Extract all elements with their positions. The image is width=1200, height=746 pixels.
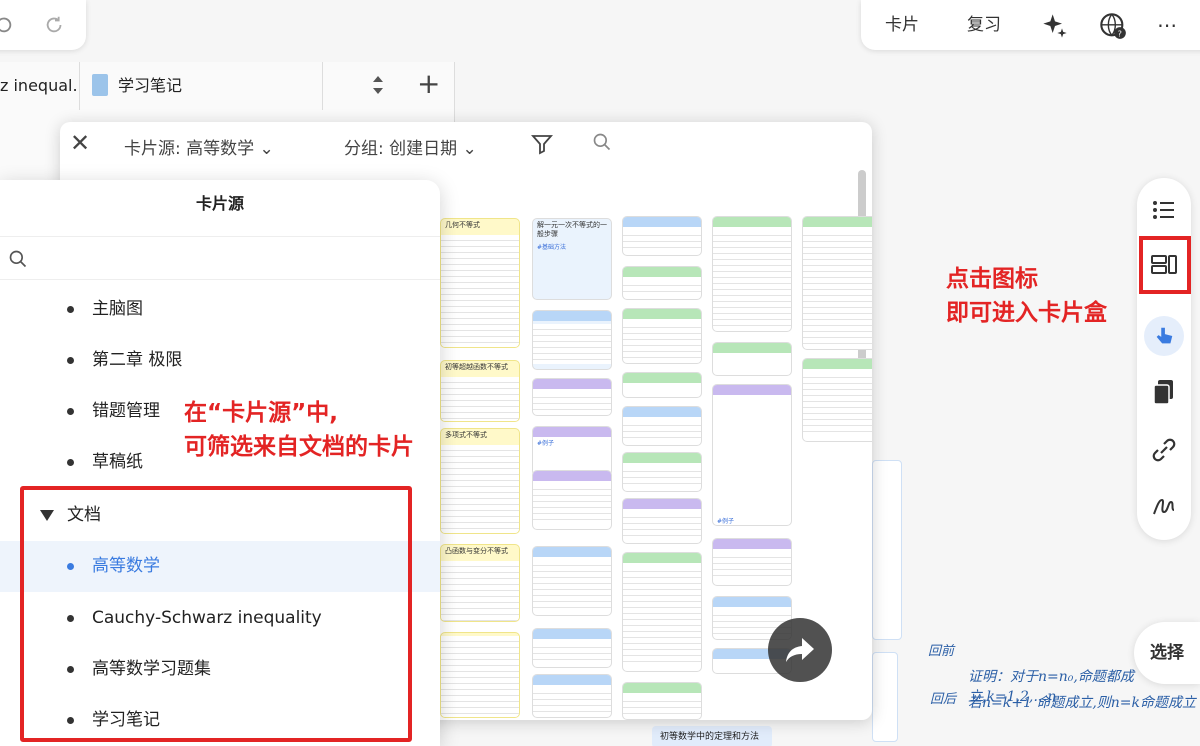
annotation-left-line2: 可筛选来自文档的卡片 [184,434,414,460]
card-title: 解一元一次不等式的一般步骤 [537,221,607,238]
menu-search-input[interactable] [0,236,440,280]
card-tag: #例子 [717,518,735,525]
card-title: 初等超越函数不等式 [445,363,508,371]
annotation-highlight-box [20,486,412,742]
web-help-icon[interactable]: ? [1099,12,1127,40]
hand-pointer-icon [1156,327,1173,344]
doc-tab-label: 学习笔记 [118,76,183,95]
card[interactable] [532,546,612,616]
doc-tab[interactable]: z inequal... [0,62,80,110]
card[interactable]: 解一元一次不等式的一般步骤 #基础方法 [532,218,612,300]
card[interactable] [622,498,702,544]
mindmap-node[interactable] [872,652,898,742]
card[interactable]: 几何不等式 [440,218,520,348]
mindmap-node-bottom[interactable]: 初等数学中的定理和方法 [652,726,772,746]
annotation-left: 在“卡片源”中, 可筛选来自文档的卡片 [184,396,414,464]
add-tab-icon[interactable]: + [417,68,440,100]
card[interactable] [622,216,702,256]
review-button[interactable]: 复习 [961,0,1007,50]
annotation-right: 点击图标 即可进入卡片盒 [946,262,1107,330]
card[interactable] [622,372,702,398]
card[interactable] [712,216,792,332]
card[interactable] [532,628,612,668]
chevron-down-icon: ⌄ [462,139,477,159]
card-tag: #例子 [537,440,555,447]
card[interactable]: 多项式不等式 [440,428,520,534]
card-source-dropdown[interactable]: 卡片源: 高等数学 ⌄ [124,134,274,159]
card-title: 几何不等式 [445,221,480,229]
card[interactable]: #例子 [712,384,792,526]
search-icon[interactable] [592,132,612,152]
group-by-label: 分组: 创建日期 [344,139,458,159]
document-copy-icon[interactable] [1148,376,1180,408]
card-tag: #基础方法 [537,244,567,251]
card[interactable]: 初等超越函数不等式 [440,360,520,422]
pointer-tool-button[interactable] [1144,316,1184,356]
card[interactable] [622,552,702,672]
list-icon[interactable] [1148,194,1180,226]
menu-item-main-mindmap[interactable]: 主脑图 [0,284,440,335]
card[interactable] [802,216,872,350]
card[interactable] [802,358,872,442]
handwriting-line-2: 若n=k+1 命题成立,则n=k命题成立 [968,695,1196,711]
link-icon[interactable] [1148,434,1180,466]
cards-button[interactable]: 卡片 [879,0,925,50]
tab-tools: + [322,62,455,110]
annotation-left-line1: 在“卡片源”中, [184,400,338,426]
card[interactable] [532,470,612,530]
more-icon[interactable]: ⋯ [1157,14,1183,36]
card[interactable]: #例子 [532,426,612,476]
share-arrow-icon [786,638,814,662]
menu-item-chapter2[interactable]: 第二章 极限 [0,335,440,386]
card[interactable] [532,674,612,718]
select-button[interactable]: 选择 [1134,622,1200,684]
card-title: 凸函数与变分不等式 [445,547,508,555]
group-by-dropdown[interactable]: 分组: 创建日期 ⌄ [344,134,477,159]
card[interactable] [622,308,702,364]
card[interactable] [622,682,702,720]
annotation-right-line1: 点击图标 [946,266,1038,292]
handwriting-label-2: 回后 [930,692,957,707]
handwriting-label-1: 回前 [928,644,955,659]
mindmap-node[interactable] [872,460,902,640]
history-nav [0,0,86,50]
draw-pen-icon[interactable] [1148,490,1180,522]
close-icon[interactable]: ✕ [70,131,92,155]
card[interactable] [712,538,792,586]
ai-sparkle-icon[interactable] [1041,12,1069,40]
card[interactable] [440,632,520,718]
card[interactable] [622,452,702,492]
card-source-label: 卡片源: 高等数学 [124,139,255,159]
top-toolbar: 卡片 复习 ? ⋯ [861,0,1200,50]
side-toolbar [1137,178,1191,540]
filter-icon[interactable] [530,132,554,156]
back-icon[interactable] [0,14,14,36]
notebook-icon [92,74,108,96]
card[interactable] [712,342,792,376]
chevron-down-icon: ⌄ [259,139,274,159]
card[interactable] [622,266,702,300]
search-icon [9,250,27,268]
doc-tab-study-notes[interactable]: 学习笔记 [82,62,322,110]
card[interactable]: 凸函数与变分不等式 [440,544,520,622]
card[interactable] [532,310,612,370]
sort-arrows-icon[interactable] [369,74,387,96]
annotation-right-line2: 即可进入卡片盒 [946,300,1107,326]
annotation-icon-highlight [1139,236,1191,294]
card[interactable] [532,378,612,416]
card-box-header: ✕ 卡片源: 高等数学 ⌄ 分组: 创建日期 ⌄ [60,122,872,168]
svg-text:?: ? [1118,29,1122,39]
share-button[interactable] [768,618,832,682]
redo-icon[interactable] [44,14,66,36]
card[interactable] [622,406,702,446]
menu-title: 卡片源 [195,194,244,213]
card-title: 多项式不等式 [445,431,487,439]
